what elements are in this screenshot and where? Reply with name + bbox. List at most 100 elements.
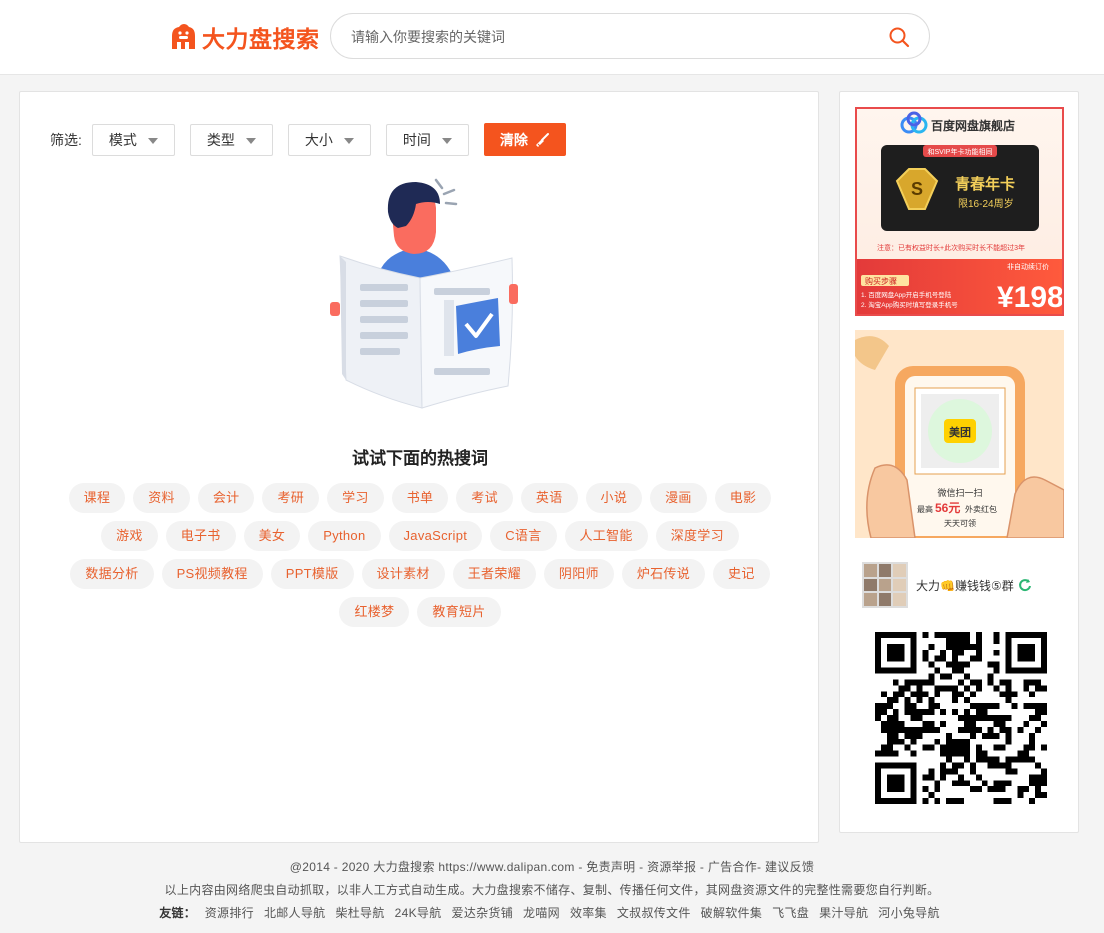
hot-keyword-tag[interactable]: 电影 [714,483,772,513]
report-link[interactable]: 资源举报 [647,860,696,874]
dropdown-label: 模式 [108,131,137,148]
cloud-logo-icon [900,111,928,134]
friend-links-label: 友链： [159,906,197,920]
ad2-line1: 微信扫一扫 [937,487,982,498]
filter-mode-dropdown[interactable]: 模式 [91,123,175,156]
ad1-notice: 注意：已有权益时长+此次购买时长不能超过3年 [877,243,1025,252]
broom-icon [535,132,549,147]
ad1-card-note: 和SVIP年卡功能相同 [928,147,993,156]
sidebar: 百度网盘旗舰店 和SVIP年卡功能相同 S 青春年卡 限16-24周岁 注意：已… [839,91,1079,833]
refresh-icon [1018,579,1031,592]
friend-link[interactable]: 破解软件集 [701,906,763,920]
hot-keyword-tag[interactable]: 阴阳师 [543,559,614,589]
hot-keyword-tag[interactable]: 考研 [262,483,320,513]
ad2-line2-suffix: 外卖红包 [965,504,997,514]
meituan-ad[interactable]: 美团 微信扫一扫 最高 56元 外卖红包 天天可领 [855,330,1064,538]
hot-keyword-tag[interactable]: 炉石传说 [621,559,706,589]
caret-down-icon [343,137,354,144]
hot-keyword-tag[interactable]: 数据分析 [70,559,154,589]
hot-keyword-tag[interactable]: 游戏 [101,521,158,551]
hot-keyword-tag[interactable]: JavaScript [388,521,483,551]
ad1-card-sub: 限16-24周岁 [958,197,1014,210]
friend-link[interactable]: 效率集 [570,906,607,920]
friend-link[interactable]: 资源排行 [205,906,254,920]
hot-keyword-tag[interactable]: PS视频教程 [161,559,263,589]
ad-cooperation-link[interactable]: 广告合作 [708,860,757,874]
search-icon [889,27,910,48]
disclaimer-link[interactable]: 免责声明 [586,860,635,874]
search-input[interactable] [351,25,871,49]
ad1-card-title: 青春年卡 [955,175,1015,193]
footer: @2014 - 2020 大力盘搜索 https://www.dalipan.c… [0,856,1104,925]
friend-link[interactable]: 飞飞盘 [772,906,809,920]
hot-keyword-tag[interactable]: 美女 [243,521,301,551]
friend-link[interactable]: 龙喵网 [523,906,560,920]
hot-keywords-title: 试试下面的热搜词 [352,449,488,468]
hot-keyword-tag[interactable]: 会计 [197,483,255,513]
hot-keyword-tag[interactable]: 设计素材 [361,559,445,589]
hot-keyword-tag[interactable]: 书单 [391,483,449,513]
feedback-link[interactable]: 建议反馈 [765,860,814,874]
dropdown-label: 时间 [402,131,431,148]
hot-keyword-tag[interactable]: 英语 [520,483,578,513]
hot-keyword-tag[interactable]: 电子书 [165,521,236,551]
friend-link[interactable]: 24K导航 [395,906,442,920]
hot-keyword-tag[interactable]: 王者荣耀 [452,559,536,589]
ad1-price-note: 非自动续订价 [1007,262,1049,271]
filter-size-dropdown[interactable]: 大小 [287,123,371,156]
hot-keyword-tag[interactable]: 漫画 [650,483,707,513]
friend-link[interactable]: 河小兔导航 [878,906,940,920]
clear-button[interactable]: 清除 [483,123,566,156]
hot-keyword-tag[interactable]: 教育短片 [417,597,501,627]
hot-keyword-tag[interactable]: PPT模版 [270,559,354,589]
filter-type-dropdown[interactable]: 类型 [189,123,273,156]
wechat-group-row[interactable]: 大力👊赚钱钱⑤群 [862,562,1032,608]
caret-down-icon [245,137,256,144]
ad1-step1: 1. 百度网盘App开启手机号登陆 [861,290,952,299]
hot-keyword-tag[interactable]: 人工智能 [564,521,648,551]
ad1-step2: 2. 淘宝App购买时填写登录手机号 [861,300,958,309]
ad1-brand: 百度网盘旗舰店 [931,118,1015,133]
baidu-netdisk-ad-graphic: 百度网盘旗舰店 和SVIP年卡功能相同 S 青春年卡 限16-24周岁 注意：已… [857,111,1062,314]
site-title: 大力盘搜索 [202,26,320,52]
ad1-price: ¥198 [997,281,1062,314]
hot-keyword-tag[interactable]: 红楼梦 [339,597,410,627]
hot-keyword-tag[interactable]: 史记 [713,559,770,589]
hot-keyword-tag[interactable]: 小说 [585,483,643,513]
hot-keywords-list: 课程 资料 会计 考研 学习 书单 考试 英语 小说 漫画 电影游戏 电子书 美女 Python JavaS… [60,483,780,635]
hot-keyword-tag[interactable]: C语言 [490,521,557,551]
clear-button-label: 清除 [499,131,528,148]
search-button[interactable] [887,25,911,49]
footer-links-line: @2014 - 2020 大力盘搜索 https://www.dalipan.c… [289,860,815,874]
meituan-ad-graphic: 美团 微信扫一扫 最高 56元 外卖红包 天天可领 [855,330,1064,538]
ad2-line2-prefix: 最高 [917,504,933,514]
group-avatar [862,562,908,608]
search-box [330,13,930,59]
friend-link[interactable]: 果汁导航 [819,906,868,920]
ad2-line3: 天天可领 [944,518,976,528]
group-name: 大力👊赚钱钱⑤群 [916,578,1014,593]
ad2-line2-amount: 56元 [935,501,960,515]
hot-keyword-tag[interactable]: 考试 [456,483,513,513]
filter-time-dropdown[interactable]: 时间 [385,123,469,156]
friend-link[interactable]: 文叔叔传文件 [617,906,691,920]
hot-keyword-tag[interactable]: 课程 [68,483,126,513]
filter-bar: 筛选: 模式 类型 大小 时间 清除 [50,123,566,156]
friend-link[interactable]: 柴杜导航 [335,906,384,920]
baidu-netdisk-ad[interactable]: 百度网盘旗舰店 和SVIP年卡功能相同 S 青春年卡 限16-24周岁 注意：已… [855,107,1064,316]
caret-down-icon [441,137,452,144]
gorilla-logo-icon [172,24,195,49]
friend-link[interactable]: 爱达杂货铺 [452,906,514,920]
meituan-logo: 美团 [949,425,971,439]
hot-keyword-tag[interactable]: 深度学习 [655,521,739,551]
friend-links: 友链： 资源排行 北邮人导航 柴杜导航 24K导航 爱达杂货铺 龙喵网 效率集 文叔叔传文件破… [0,902,1104,925]
friend-link[interactable]: 北邮人导航 [264,906,326,920]
svg-text:S: S [911,179,923,199]
copyright: @2014 - 2020 大力盘搜索 https://www.dalipan.c… [289,860,575,874]
hot-keyword-tag[interactable]: 学习 [327,483,384,513]
hot-keyword-tag[interactable]: 资料 [133,483,190,513]
reading-newspaper-illustration [330,178,518,409]
dropdown-label: 大小 [304,131,333,148]
hot-keyword-tag[interactable]: Python [308,521,381,551]
site-logo[interactable]: 大力盘搜索 [168,20,320,54]
